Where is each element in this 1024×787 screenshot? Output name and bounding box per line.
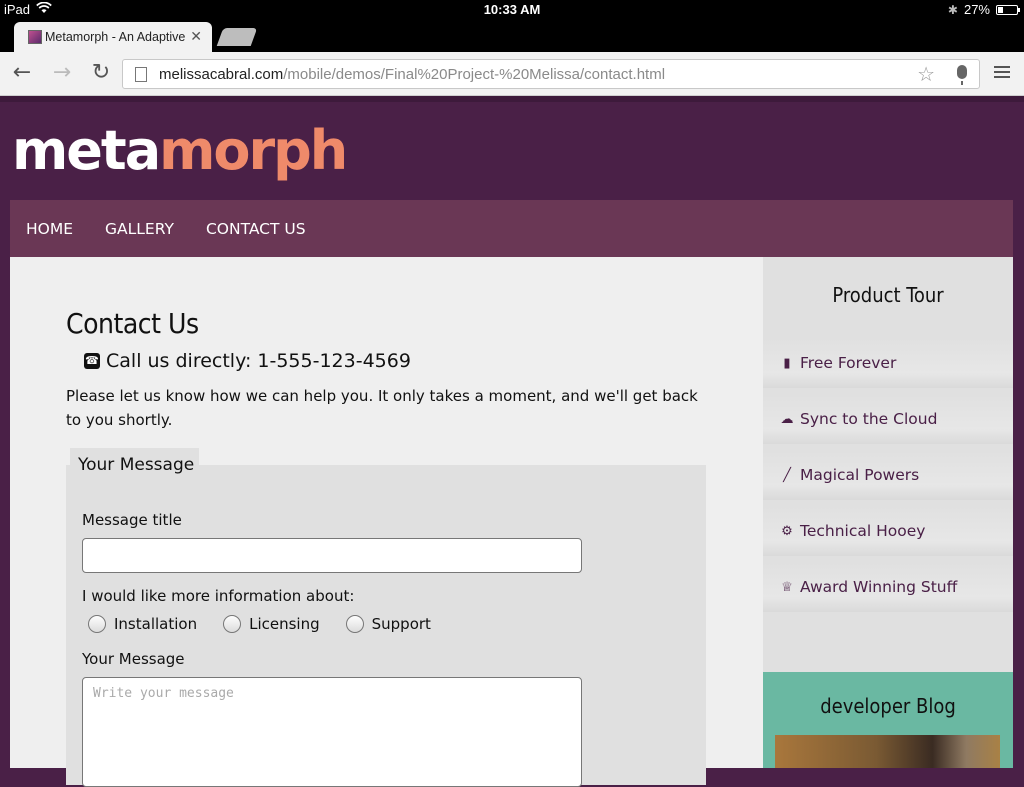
main-content: Contact Us ☎ Call us directly: 1-555-123… — [10, 257, 763, 787]
tour-item-award[interactable]: ♕ Award Winning Stuff — [763, 562, 1013, 612]
nav-home[interactable]: HOME — [26, 220, 73, 238]
option-licensing[interactable]: Licensing — [223, 615, 320, 633]
message-label: Your Message — [82, 650, 185, 668]
tour-item-free-forever[interactable]: ▮ Free Forever — [763, 338, 1013, 388]
address-bar[interactable]: melissacabral.com/mobile/demos/Final%20P… — [122, 59, 980, 89]
bookmark-star-icon[interactable]: ☆ — [917, 62, 935, 86]
browser-toolbar: ← → ↻ melissacabral.com/mobile/demos/Fin… — [0, 52, 1024, 96]
intro-text: Please let us know how we can help you. … — [66, 387, 698, 429]
bluetooth-icon: ✱ — [947, 2, 958, 17]
back-arrow-icon[interactable]: ← — [10, 62, 34, 86]
page-icon — [135, 67, 147, 82]
message-fieldset: Message title I would like more informat… — [66, 465, 706, 787]
battery-icon — [996, 4, 1020, 15]
message-title-input[interactable] — [82, 538, 582, 573]
phone-line: ☎ Call us directly: 1-555-123-4569 — [84, 350, 411, 372]
browser-tab[interactable]: Metamorph - An Adaptive ✕ — [14, 22, 212, 52]
ticket-icon: ▮ — [783, 355, 791, 371]
tour-item-sync[interactable]: ☁ Sync to the Cloud — [763, 394, 1013, 444]
tour-item-technical[interactable]: ⚙ Technical Hooey — [763, 506, 1013, 556]
nav-contact-us[interactable]: CONTACT US — [206, 220, 306, 238]
site-logo[interactable]: metamorph — [12, 124, 348, 178]
trophy-icon: ♕ — [781, 579, 793, 595]
blog-title: developer Blog — [820, 694, 956, 718]
browser-menu-icon[interactable] — [994, 66, 1010, 80]
developer-blog: developer Blog — [763, 672, 1013, 768]
favicon-icon — [28, 30, 42, 44]
info-label: I would like more information about: — [82, 587, 355, 605]
magic-wand-icon: ╱ — [783, 467, 791, 483]
option-installation[interactable]: Installation — [88, 615, 197, 633]
gears-icon: ⚙ — [781, 523, 793, 539]
radio-button[interactable] — [223, 615, 242, 633]
status-bar: iPad 10:33 AM ✱ 27% — [0, 0, 1024, 20]
url-host: melissacabral.com — [159, 66, 284, 83]
fieldset-legend: Your Message — [70, 448, 199, 482]
cloud-upload-icon: ☁ — [780, 411, 794, 427]
site-header: metamorph — [0, 96, 1024, 200]
product-tour-title: Product Tour — [832, 283, 944, 307]
radio-button[interactable] — [345, 615, 364, 633]
close-tab-icon[interactable]: ✕ — [190, 28, 202, 45]
message-title-label: Message title — [82, 511, 182, 529]
reload-icon[interactable]: ↻ — [89, 62, 113, 86]
clock: 10:33 AM — [483, 2, 541, 17]
phone-icon: ☎ — [84, 353, 100, 369]
nav-gallery[interactable]: GALLERY — [105, 220, 174, 238]
option-support[interactable]: Support — [345, 615, 431, 633]
url-path: /mobile/demos/Final%20Project-%20Melissa… — [283, 66, 666, 83]
battery-percent: 27% — [963, 2, 990, 17]
new-tab-button[interactable] — [216, 28, 258, 46]
tab-strip: Metamorph - An Adaptive ✕ — [0, 20, 1024, 52]
page-title: Contact Us — [66, 307, 199, 340]
info-options: Installation Licensing Support — [88, 615, 457, 633]
tab-title: Metamorph - An Adaptive — [45, 30, 185, 44]
blog-image[interactable] — [775, 735, 1000, 768]
main-nav: HOME GALLERY CONTACT US — [10, 200, 1013, 257]
message-textarea[interactable]: Write your message — [82, 677, 582, 787]
tour-item-magical[interactable]: ╱ Magical Powers — [763, 450, 1013, 500]
phone-text: Call us directly: 1-555-123-4569 — [106, 350, 411, 372]
forward-arrow-icon[interactable]: → — [50, 62, 74, 86]
radio-button[interactable] — [88, 615, 106, 633]
microphone-icon[interactable] — [957, 65, 967, 85]
message-placeholder: Write your message — [93, 686, 234, 701]
